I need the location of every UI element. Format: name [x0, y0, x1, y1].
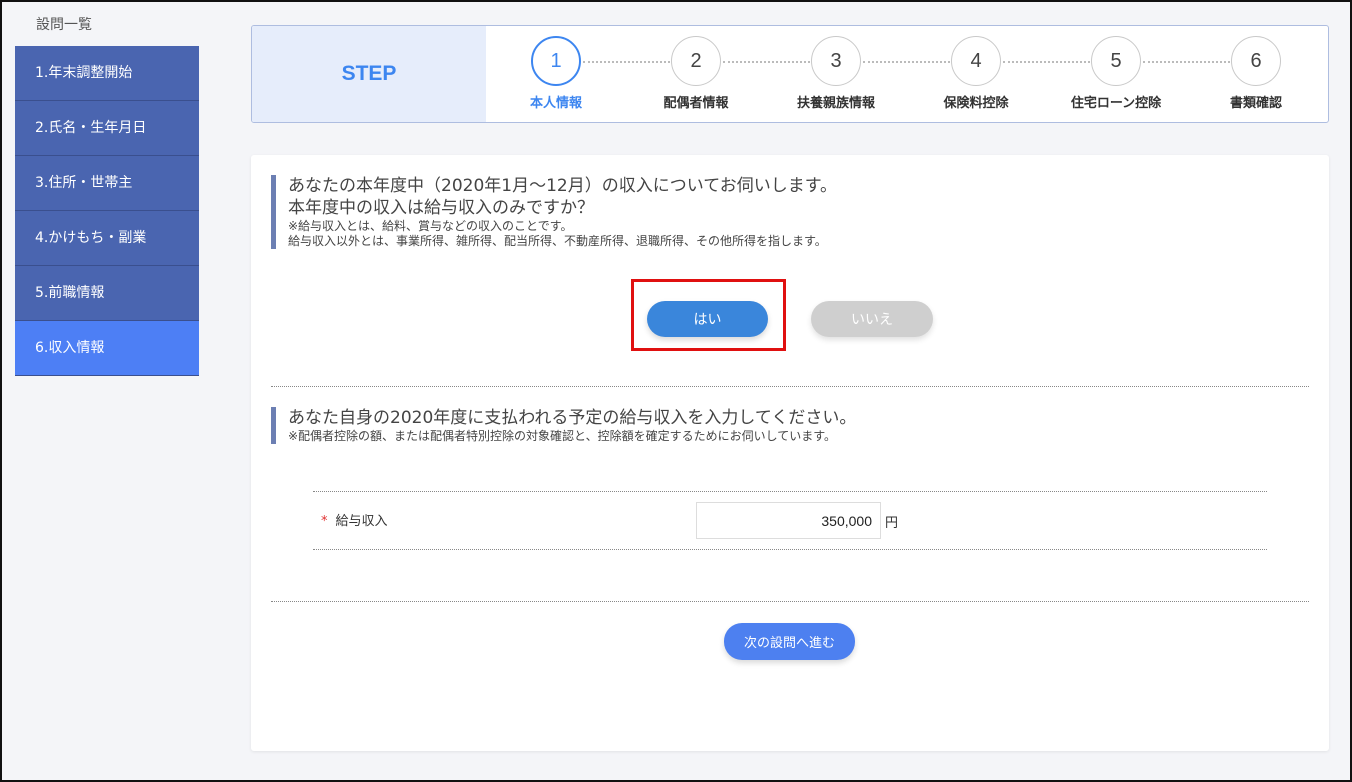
step-3[interactable]: 3 扶養親族情報	[771, 36, 901, 111]
question-title-line2: 本年度中の収入は給与収入のみですか？	[288, 198, 594, 218]
section-divider	[271, 601, 1309, 602]
sidebar-title: 設問一覧	[36, 17, 92, 33]
step-name: 配偶者情報	[663, 96, 729, 111]
step-name: 住宅ローン控除	[1070, 96, 1162, 111]
no-button[interactable]: いいえ	[811, 301, 933, 337]
sidebar-item-income[interactable]: 6.収入情報	[15, 321, 199, 376]
highlight-annotation-box	[631, 279, 786, 351]
step-label: STEP	[252, 26, 486, 122]
question-salary-income: あなた自身の2020年度に支払われる予定の給与収入を入力してください。 ※配偶者…	[271, 407, 856, 444]
salary-income-label: * 給与収入	[321, 510, 388, 529]
sidebar-item-year-end-start[interactable]: 1.年末調整開始	[15, 46, 199, 101]
question-title-line1: あなたの本年度中（2020年1月～12月）の収入についてお伺いします。	[288, 176, 837, 196]
row-divider	[313, 549, 1267, 550]
question-note-line1: ※給与収入とは、給料、賞与などの収入のことです。	[288, 219, 573, 233]
step-name: 書類確認	[1229, 96, 1282, 111]
step-4[interactable]: 4 保険料控除	[911, 36, 1041, 111]
row-divider	[313, 491, 1267, 492]
sidebar: 1.年末調整開始 2.氏名・生年月日 3.住所・世帯主 4.かけもち・副業 5.…	[15, 46, 199, 376]
step-name: 保険料控除	[943, 96, 1009, 111]
step-1[interactable]: 1 本人情報	[491, 36, 621, 111]
step-number: 3	[811, 36, 861, 86]
question-note: ※配偶者控除の額、または配偶者特別控除の対象確認と、控除額を確定するためにお伺い…	[288, 429, 837, 443]
currency-unit: 円	[885, 516, 899, 531]
question-title: あなた自身の2020年度に支払われる予定の給与収入を入力してください。	[288, 408, 857, 428]
sidebar-item-address-household[interactable]: 3.住所・世帯主	[15, 156, 199, 211]
step-number: 2	[671, 36, 721, 86]
question-note-line2: 給与収入以外とは、事業所得、雑所得、配当所得、不動産所得、退職所得、その他所得を…	[288, 234, 827, 248]
sidebar-item-name-birthdate[interactable]: 2.氏名・生年月日	[15, 101, 199, 156]
section-divider	[271, 386, 1309, 387]
salary-income-label-text: 給与収入	[335, 514, 388, 529]
step-number: 4	[951, 36, 1001, 86]
step-2[interactable]: 2 配偶者情報	[631, 36, 761, 111]
next-question-button[interactable]: 次の設問へ進む	[724, 623, 855, 660]
sidebar-item-previous-job[interactable]: 5.前職情報	[15, 266, 199, 321]
step-name: 本人情報	[529, 96, 582, 111]
step-progress-bar: STEP 1 本人情報 2 配偶者情報 3 扶養親族情報 4 保険料控除 5 住…	[251, 25, 1329, 123]
step-6[interactable]: 6 書類確認	[1191, 36, 1321, 111]
step-name: 扶養親族情報	[796, 96, 875, 111]
question-card: あなたの本年度中（2020年1月～12月）の収入についてお伺いします。 本年度中…	[251, 155, 1329, 751]
step-5[interactable]: 5 住宅ローン控除	[1051, 36, 1181, 111]
required-mark: *	[321, 514, 328, 529]
step-number: 1	[531, 36, 581, 86]
salary-income-input[interactable]	[696, 502, 881, 539]
question-income-type: あなたの本年度中（2020年1月～12月）の収入についてお伺いします。 本年度中…	[271, 175, 837, 249]
step-number: 6	[1231, 36, 1281, 86]
sidebar-item-side-job[interactable]: 4.かけもち・副業	[15, 211, 199, 266]
step-number: 5	[1091, 36, 1141, 86]
